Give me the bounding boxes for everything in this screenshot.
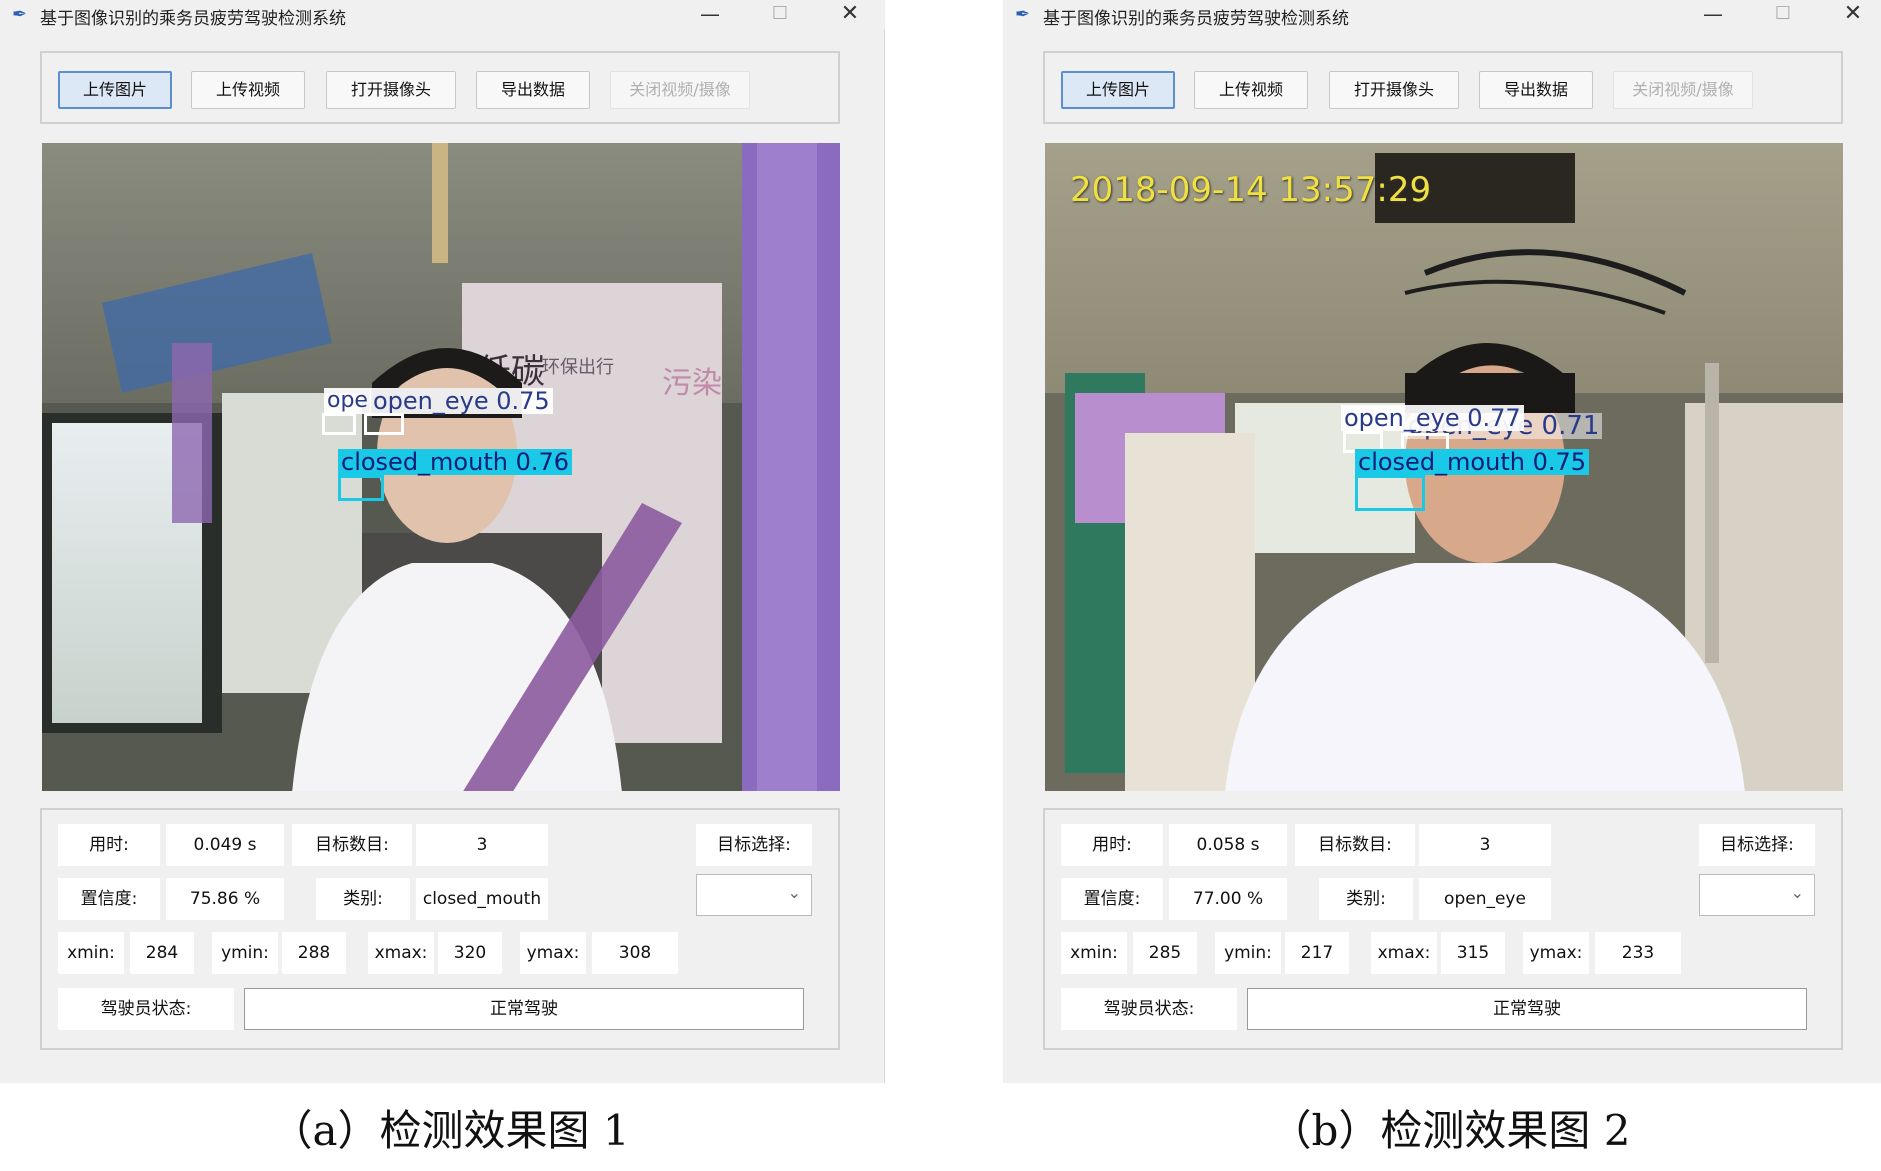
target-count-label: 目标数目:: [292, 824, 412, 866]
svg-text:环保出行: 环保出行: [542, 357, 614, 378]
ymin-value: 217: [1285, 932, 1349, 974]
figure-caption-a: （a）检测效果图 1: [270, 1106, 630, 1155]
detection-box-eye: [364, 413, 404, 435]
confidence-label: 置信度:: [1061, 878, 1163, 920]
chevron-down-icon: ⌄: [787, 883, 801, 902]
upload-video-button[interactable]: 上传视频: [191, 71, 305, 109]
class-label: 类别:: [316, 878, 410, 920]
upload-video-button[interactable]: 上传视频: [1194, 71, 1308, 109]
ymin-value: 288: [282, 932, 346, 974]
window-title: 基于图像识别的乘务员疲劳驾驶检测系统: [40, 9, 346, 29]
class-value: open_eye: [1419, 878, 1551, 920]
ymin-label: ymin:: [1215, 932, 1281, 974]
xmin-value: 285: [1133, 932, 1197, 974]
upload-image-button[interactable]: 上传图片: [1061, 71, 1175, 109]
close-icon[interactable]: ✕: [1833, 0, 1873, 30]
export-data-button[interactable]: 导出数据: [1479, 71, 1593, 109]
minimize-icon[interactable]: —: [690, 0, 730, 30]
target-count-value: 3: [416, 824, 548, 866]
target-select-label: 目标选择:: [1699, 824, 1815, 866]
close-icon[interactable]: ✕: [830, 0, 870, 30]
video-timestamp: 2018-09-14 13:57:29: [1070, 170, 1432, 210]
close-video-button[interactable]: 关闭视频/摄像: [610, 71, 750, 109]
xmin-label: xmin:: [58, 932, 124, 974]
ymax-label: ymax:: [520, 932, 586, 974]
class-value: closed_mouth: [416, 878, 548, 920]
feather-app-icon: ✒: [1015, 4, 1031, 25]
open-camera-button[interactable]: 打开摄像头: [1329, 71, 1459, 109]
xmax-label: xmax:: [1371, 932, 1437, 974]
xmax-label: xmax:: [368, 932, 434, 974]
window-title: 基于图像识别的乘务员疲劳驾驶检测系统: [1043, 9, 1349, 29]
svg-text:污染: 污染: [662, 366, 722, 401]
ymin-label: ymin:: [212, 932, 278, 974]
confidence-value: 75.86 %: [166, 878, 284, 920]
driver-status-label: 驾驶员状态:: [1061, 988, 1237, 1030]
detection-label-mouth: closed_mouth 0.76: [338, 449, 573, 475]
chevron-down-icon: ⌄: [1790, 883, 1804, 902]
feather-app-icon: ✒: [12, 4, 28, 25]
detection-label-eye: ope: [324, 388, 371, 414]
upload-image-button[interactable]: 上传图片: [58, 71, 172, 109]
ymax-value: 308: [592, 932, 678, 974]
maximize-icon[interactable]: ☐: [1763, 0, 1803, 30]
confidence-label: 置信度:: [58, 878, 160, 920]
target-select-label: 目标选择:: [696, 824, 812, 866]
detection-label-eye: open_eye 0.77: [1341, 405, 1524, 431]
driver-status-label: 驾驶员状态:: [58, 988, 234, 1030]
class-label: 类别:: [1319, 878, 1413, 920]
maximize-icon[interactable]: ☐: [760, 0, 800, 30]
xmax-value: 320: [438, 932, 502, 974]
open-camera-button[interactable]: 打开摄像头: [326, 71, 456, 109]
detection-box-mouth: [1355, 475, 1425, 511]
title-bar: ✒ 基于图像识别的乘务员疲劳驾驶检测系统 — ☐ ✕: [0, 0, 885, 30]
video-display: 低碳 环保出行 污染 ope open_eye 0.75 closed_mout…: [42, 143, 840, 791]
ymax-value: 233: [1595, 932, 1681, 974]
minimize-icon[interactable]: —: [1693, 0, 1733, 30]
detection-box-mouth: [338, 475, 384, 501]
time-label: 用时:: [58, 824, 160, 866]
target-count-label: 目标数目:: [1295, 824, 1415, 866]
app-window-a: ✒ 基于图像识别的乘务员疲劳驾驶检测系统 — ☐ ✕ 上传图片 上传视频 打开摄…: [0, 0, 885, 1083]
close-video-button[interactable]: 关闭视频/摄像: [1613, 71, 1753, 109]
app-window-b: ✒ 基于图像识别的乘务员疲劳驾驶检测系统 — ☐ ✕ 上传图片 上传视频 打开摄…: [1003, 0, 1881, 1083]
export-data-button[interactable]: 导出数据: [476, 71, 590, 109]
xmin-label: xmin:: [1061, 932, 1127, 974]
detection-info-panel: 用时: 0.049 s 目标数目: 3 目标选择: ⌄ 置信度: 75.86 %…: [40, 808, 840, 1050]
figure-caption-b: （b）检测效果图 2: [1269, 1106, 1631, 1155]
xmax-value: 315: [1441, 932, 1505, 974]
confidence-value: 77.00 %: [1169, 878, 1287, 920]
target-count-value: 3: [1419, 824, 1551, 866]
target-select-dropdown[interactable]: ⌄: [696, 874, 812, 916]
detection-label-eye: open_eye 0.75: [370, 388, 553, 414]
target-select-dropdown[interactable]: ⌄: [1699, 874, 1815, 916]
driver-status-value: 正常驾驶: [1247, 988, 1807, 1030]
toolbar: 上传图片 上传视频 打开摄像头 导出数据 关闭视频/摄像: [1043, 51, 1843, 124]
detection-box-eye: [322, 413, 356, 435]
ymax-label: ymax:: [1523, 932, 1589, 974]
time-label: 用时:: [1061, 824, 1163, 866]
title-bar: ✒ 基于图像识别的乘务员疲劳驾驶检测系统 — ☐ ✕: [1003, 0, 1881, 30]
toolbar: 上传图片 上传视频 打开摄像头 导出数据 关闭视频/摄像: [40, 51, 840, 124]
detection-label-mouth: closed_mouth 0.75: [1355, 449, 1590, 475]
time-value: 0.058 s: [1169, 824, 1287, 866]
detection-info-panel: 用时: 0.058 s 目标数目: 3 目标选择: ⌄ 置信度: 77.00 %…: [1043, 808, 1843, 1050]
driver-status-value: 正常驾驶: [244, 988, 804, 1030]
xmin-value: 284: [130, 932, 194, 974]
time-value: 0.049 s: [166, 824, 284, 866]
video-display: 2018-09-14 13:57:29 open_eye 0.71 open_e…: [1045, 143, 1843, 791]
